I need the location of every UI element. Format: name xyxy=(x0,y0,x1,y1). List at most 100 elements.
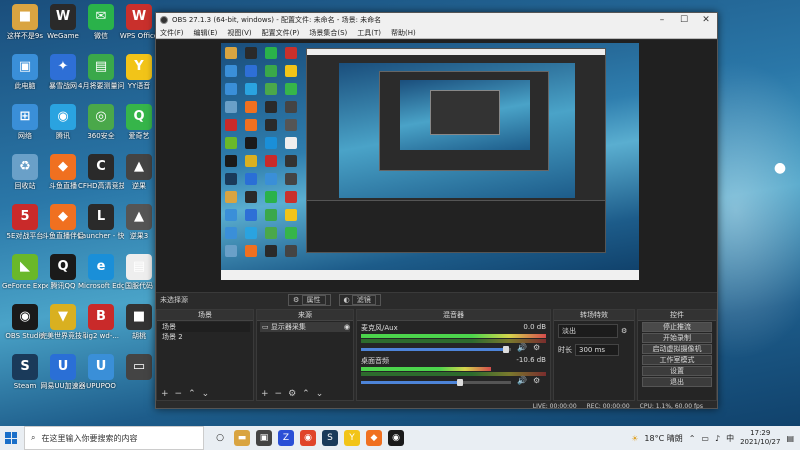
properties-button[interactable]: ⚙ 属性 xyxy=(288,293,331,306)
yy-icon[interactable]: Y xyxy=(344,430,360,446)
preview-canvas[interactable] xyxy=(221,43,639,280)
mixer-header: 混音器 xyxy=(357,310,550,321)
weather-icon: ☀ xyxy=(631,433,639,443)
obs-window: OBS 27.1.3 (64-bit, windows) - 配置文件: 未命名… xyxy=(155,12,718,410)
preview-icon xyxy=(265,191,277,203)
preview-icon xyxy=(225,83,237,95)
app-icon: Q xyxy=(126,104,152,130)
mixer-track: 桌面音频 -10.6 dB 🔊 ⚙ xyxy=(357,354,550,387)
app-icon: ■ xyxy=(12,4,38,30)
menu-view[interactable]: 视图(V) xyxy=(227,27,251,38)
virtual-camera-button[interactable]: 启动虚拟摄像机 xyxy=(642,344,712,354)
exit-button[interactable]: 退出 xyxy=(642,377,712,387)
preview-icon xyxy=(285,173,297,185)
desktop-icon-label: UPUPOO xyxy=(86,382,116,390)
add-icon[interactable]: + xyxy=(161,389,169,400)
gear-icon[interactable]: ⚙ xyxy=(621,327,627,335)
move-down-icon[interactable]: ⌄ xyxy=(316,389,324,400)
file-explorer-icon[interactable]: ▬ xyxy=(234,430,250,446)
sources-dock: 来源 ▭ 显示器采集 ◉ + − ⚙ ⌃ ⌄ xyxy=(256,309,354,401)
remove-icon[interactable]: − xyxy=(175,389,183,400)
stop-streaming-button[interactable]: 停止推流 xyxy=(642,322,712,332)
minimize-button[interactable]: – xyxy=(651,15,673,25)
visibility-eye-icon[interactable]: ◉ xyxy=(344,322,350,332)
app-z-icon[interactable]: Z xyxy=(278,430,294,446)
menu-profile[interactable]: 配置文件(P) xyxy=(262,27,300,38)
volume-slider[interactable] xyxy=(361,378,511,386)
clock-date: 2021/10/27 xyxy=(740,438,781,446)
preview-icon xyxy=(285,155,297,167)
app-icon: ◣ xyxy=(12,254,38,280)
preview-icon xyxy=(245,227,257,239)
move-up-icon[interactable]: ⌃ xyxy=(302,389,310,400)
steam-icon[interactable]: S xyxy=(322,430,338,446)
menu-file[interactable]: 文件(F) xyxy=(160,27,184,38)
taskbar: ⌕ 在这里输入你要搜索的内容 ○ ▬ ▣ Z ◉ S Y ◆ ◉ ☀ 18°C … xyxy=(0,426,800,450)
settings-button[interactable]: 设置 xyxy=(642,366,712,376)
nested-obs-window xyxy=(306,48,606,253)
preview-icon xyxy=(245,137,257,149)
track-db: 0.0 dB xyxy=(523,323,546,331)
search-icon: ⌕ xyxy=(31,433,36,442)
douyu-icon[interactable]: ◆ xyxy=(366,430,382,446)
app-icon: 5 xyxy=(12,204,38,230)
volume-icon[interactable]: ♪ xyxy=(715,434,720,443)
menu-help[interactable]: 帮助(H) xyxy=(391,27,416,38)
tray-expand-icon[interactable]: ⌃ xyxy=(689,434,696,443)
obs-icon[interactable]: ◉ xyxy=(388,430,404,446)
task-view-icon[interactable]: ○ xyxy=(212,430,228,446)
move-up-icon[interactable]: ⌃ xyxy=(188,389,196,400)
preview-icon xyxy=(245,191,257,203)
preview-icon xyxy=(265,173,277,185)
preview-icon xyxy=(225,155,237,167)
monitor-icon: ▭ xyxy=(262,323,269,331)
speaker-icon[interactable]: 🔊 xyxy=(517,343,527,352)
preview-icon xyxy=(265,227,277,239)
scene-item[interactable]: 场景 xyxy=(160,322,250,332)
notification-icon[interactable]: ▤ xyxy=(786,434,794,443)
weather-text[interactable]: 18°C 晴朗 xyxy=(644,433,682,444)
preview-icon xyxy=(225,245,237,257)
start-recording-button[interactable]: 开始录制 xyxy=(642,333,712,343)
app-icon: ◎ xyxy=(88,104,114,130)
remove-icon[interactable]: − xyxy=(275,389,283,400)
move-down-icon[interactable]: ⌄ xyxy=(202,389,210,400)
clock[interactable]: 17:29 2021/10/27 xyxy=(740,429,780,447)
scene-item[interactable]: 场景 2 xyxy=(160,332,250,342)
input-method-icon[interactable]: 中 xyxy=(726,433,734,444)
filters-label: 滤镜 xyxy=(351,294,376,305)
volume-slider[interactable] xyxy=(361,345,511,353)
preview-taskbar xyxy=(221,270,639,280)
menu-edit[interactable]: 编辑(E) xyxy=(194,27,218,38)
store-icon[interactable]: ▣ xyxy=(256,430,272,446)
taskbar-search[interactable]: ⌕ 在这里输入你要搜索的内容 xyxy=(24,426,204,450)
menu-tools[interactable]: 工具(T) xyxy=(357,27,381,38)
start-button[interactable] xyxy=(0,426,22,450)
source-item[interactable]: ▭ 显示器采集 ◉ xyxy=(260,322,350,332)
filters-button[interactable]: ◐ 滤镜 xyxy=(338,293,381,306)
preview-icon xyxy=(225,47,237,59)
add-icon[interactable]: + xyxy=(261,389,269,400)
window-title: OBS 27.1.3 (64-bit, windows) - 配置文件: 未命名… xyxy=(172,16,382,24)
gear-icon[interactable]: ⚙ xyxy=(533,376,540,385)
chrome-icon[interactable]: ◉ xyxy=(300,430,316,446)
transition-select[interactable]: 淡出 xyxy=(558,324,618,338)
clock-time: 17:29 xyxy=(750,429,771,437)
preview-icon xyxy=(245,173,257,185)
maximize-button[interactable]: ☐ xyxy=(673,15,695,25)
menu-scene-collection[interactable]: 场景集合(S) xyxy=(309,27,347,38)
gear-icon[interactable]: ⚙ xyxy=(533,343,540,352)
preview-icon xyxy=(265,119,277,131)
gear-icon[interactable]: ⚙ xyxy=(288,389,296,400)
speaker-icon[interactable]: 🔊 xyxy=(517,376,527,385)
close-button[interactable]: ✕ xyxy=(695,15,717,25)
studio-mode-button[interactable]: 工作室模式 xyxy=(642,355,712,365)
desktop-icons: ■ 这样不是9s W WeGame ✉ 微信 W WPS Office ▣ 此电脑 ✦ 暴雪战网 ▤ 4月… xyxy=(0,0,160,410)
mixer-track: 麦克风/Aux 0.0 dB 🔊 ⚙ xyxy=(357,321,550,354)
duration-input[interactable]: 300 ms xyxy=(575,344,619,356)
desktop-icon-right[interactable]: ● xyxy=(760,160,800,182)
network-icon[interactable]: ▭ xyxy=(701,434,709,443)
app-icon: C xyxy=(88,154,114,180)
app-icon: ⊞ xyxy=(12,104,38,130)
title-bar[interactable]: OBS 27.1.3 (64-bit, windows) - 配置文件: 未命名… xyxy=(156,13,717,27)
